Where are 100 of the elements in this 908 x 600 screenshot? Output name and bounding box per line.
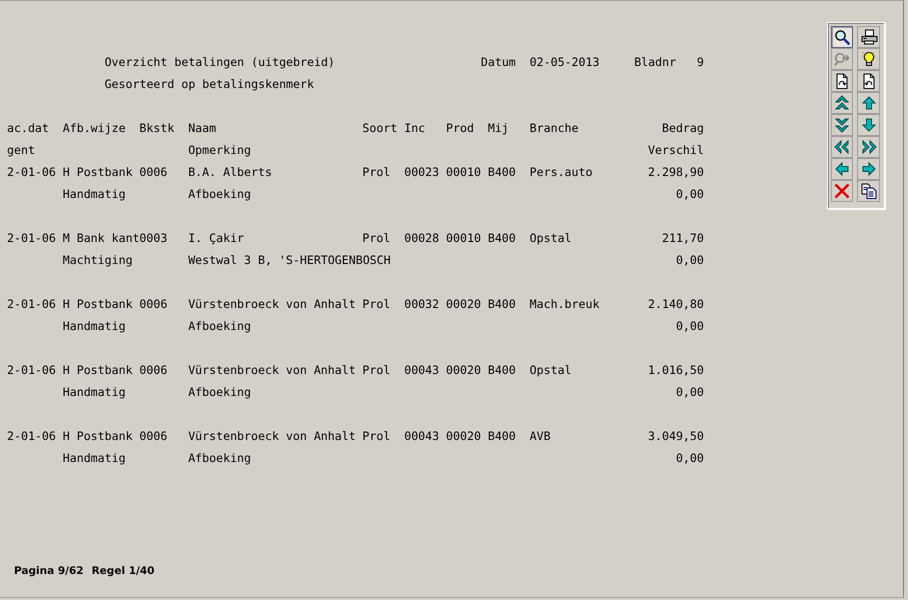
column-header: Inc bbox=[404, 121, 426, 135]
table-cell: 211,70 bbox=[662, 231, 704, 245]
table-cell: H Postbank bbox=[62, 165, 133, 179]
line-indicator: Regel 1/40 bbox=[92, 564, 154, 578]
table-cell: B.A. Alberts bbox=[188, 165, 272, 179]
double-chevron-right-icon bbox=[860, 139, 876, 155]
table-cell: 2-01-06 bbox=[7, 231, 56, 245]
table-cell: Afboeking bbox=[188, 385, 252, 399]
column-subheader: Verschil bbox=[648, 143, 704, 157]
table-cell: 2-01-06 bbox=[7, 429, 56, 443]
toolbar-button[interactable] bbox=[857, 48, 880, 70]
table-cell: B400 bbox=[488, 297, 516, 311]
page-number: 9 bbox=[696, 55, 704, 69]
toolbar-button[interactable] bbox=[831, 70, 853, 92]
column-header: Afb.wijze bbox=[62, 121, 126, 135]
column-subheader: Opmerking bbox=[188, 143, 252, 157]
table-cell: H Postbank bbox=[62, 297, 133, 311]
table-cell: Handmatig bbox=[62, 187, 126, 201]
column-header: Bedrag bbox=[662, 121, 704, 135]
table-cell: 0,00 bbox=[676, 385, 704, 399]
table-cell: Vürstenbroeck von Anhalt bbox=[188, 429, 356, 443]
date-label: Datum bbox=[480, 55, 516, 69]
table-cell: Machtiging bbox=[62, 253, 133, 267]
table-cell: Prol bbox=[362, 231, 390, 245]
toolbar-button[interactable] bbox=[831, 26, 853, 48]
toolbar-button[interactable] bbox=[831, 158, 853, 180]
table-cell: Prol bbox=[362, 297, 390, 311]
double-chevron-down-icon bbox=[834, 117, 850, 133]
table-cell: H Postbank bbox=[62, 429, 133, 443]
table-cell: 0006 bbox=[139, 297, 168, 311]
table-cell: Afboeking bbox=[188, 187, 252, 201]
column-header: Naam bbox=[188, 121, 216, 135]
toolbar-button[interactable] bbox=[857, 26, 880, 48]
table-cell: 2.298,90 bbox=[648, 165, 704, 179]
toolbar-button[interactable] bbox=[857, 92, 880, 114]
table-cell: 00032 bbox=[404, 297, 440, 311]
table-cell: Vürstenbroeck von Anhalt bbox=[188, 297, 356, 311]
table-cell: I. Çakir bbox=[188, 231, 244, 245]
table-cell: 00020 bbox=[446, 297, 481, 311]
table-cell: 2-01-06 bbox=[7, 165, 56, 179]
column-header: ac.dat bbox=[7, 121, 49, 135]
copy-icon bbox=[860, 183, 876, 199]
table-cell: Westwal 3 B, 'S-HERTOGENBOSCH bbox=[188, 253, 391, 267]
column-header: Soort bbox=[362, 121, 398, 135]
table-cell: B400 bbox=[488, 363, 516, 377]
column-subheader: gent bbox=[7, 143, 35, 157]
table-cell: 00043 bbox=[404, 429, 440, 443]
table-cell: Pers.auto bbox=[530, 165, 592, 179]
table-cell: 00010 bbox=[446, 231, 481, 245]
column-header: Prod bbox=[446, 121, 474, 135]
table-cell: 0006 bbox=[139, 363, 168, 377]
table-cell: 0,00 bbox=[676, 253, 704, 267]
table-cell: 1.016,50 bbox=[648, 363, 704, 377]
table-cell: 0,00 bbox=[676, 187, 704, 201]
table-cell: Mach.breuk bbox=[530, 297, 600, 311]
page-indicator: Pagina 9/62 bbox=[14, 564, 84, 578]
table-cell: Opstal bbox=[530, 363, 572, 377]
table-cell: 0006 bbox=[139, 429, 168, 443]
table-cell: 2.140,80 bbox=[648, 297, 704, 311]
toolbar-button[interactable] bbox=[831, 136, 853, 158]
table-cell: AVB bbox=[530, 429, 551, 443]
toolbar-button[interactable] bbox=[831, 114, 853, 136]
table-cell: 00020 bbox=[446, 363, 481, 377]
search-icon bbox=[834, 29, 850, 45]
toolbar-button[interactable] bbox=[857, 136, 880, 158]
double-chevron-up-icon bbox=[834, 95, 850, 111]
arrow-right-icon bbox=[860, 161, 876, 177]
report-date: 02-05-2013 bbox=[530, 55, 600, 69]
report-title: Overzicht betalingen (uitgebreid) bbox=[104, 55, 335, 69]
magnifier-arrow-icon bbox=[834, 51, 850, 67]
arrow-up-icon bbox=[860, 95, 876, 111]
printer-icon bbox=[860, 29, 876, 45]
table-cell: B400 bbox=[488, 165, 516, 179]
table-cell: M Bank kant bbox=[62, 231, 140, 245]
toolbar-button[interactable] bbox=[857, 70, 880, 92]
table-cell: 00010 bbox=[446, 165, 481, 179]
table-cell: 0,00 bbox=[676, 451, 704, 465]
column-header: Bkstk bbox=[139, 121, 174, 135]
table-cell: B400 bbox=[488, 231, 516, 245]
toolbar-button[interactable] bbox=[831, 92, 853, 114]
report-subtitle: Gesorteerd op betalingskenmerk bbox=[104, 77, 314, 91]
toolbar-button[interactable] bbox=[857, 158, 880, 180]
table-cell: Opstal bbox=[530, 231, 572, 245]
table-cell: 00043 bbox=[404, 363, 440, 377]
toolbar-button[interactable] bbox=[857, 180, 880, 202]
arrow-left-icon bbox=[834, 161, 850, 177]
toolbar-button[interactable] bbox=[857, 114, 880, 136]
table-cell: Afboeking bbox=[188, 319, 252, 333]
page-arrow-icon bbox=[834, 73, 850, 89]
table-cell: 3.049,50 bbox=[648, 429, 704, 443]
table-cell: 0006 bbox=[139, 165, 168, 179]
table-cell: 2-01-06 bbox=[7, 363, 56, 377]
table-cell: Handmatig bbox=[62, 451, 126, 465]
table-cell: 2-01-06 bbox=[7, 297, 56, 311]
table-cell: 00028 bbox=[404, 231, 440, 245]
table-cell: Prol bbox=[362, 429, 390, 443]
page-label: Bladnr bbox=[634, 55, 676, 69]
table-cell: 0,00 bbox=[676, 319, 704, 333]
close-icon bbox=[834, 183, 850, 199]
table-cell: B400 bbox=[488, 429, 516, 443]
